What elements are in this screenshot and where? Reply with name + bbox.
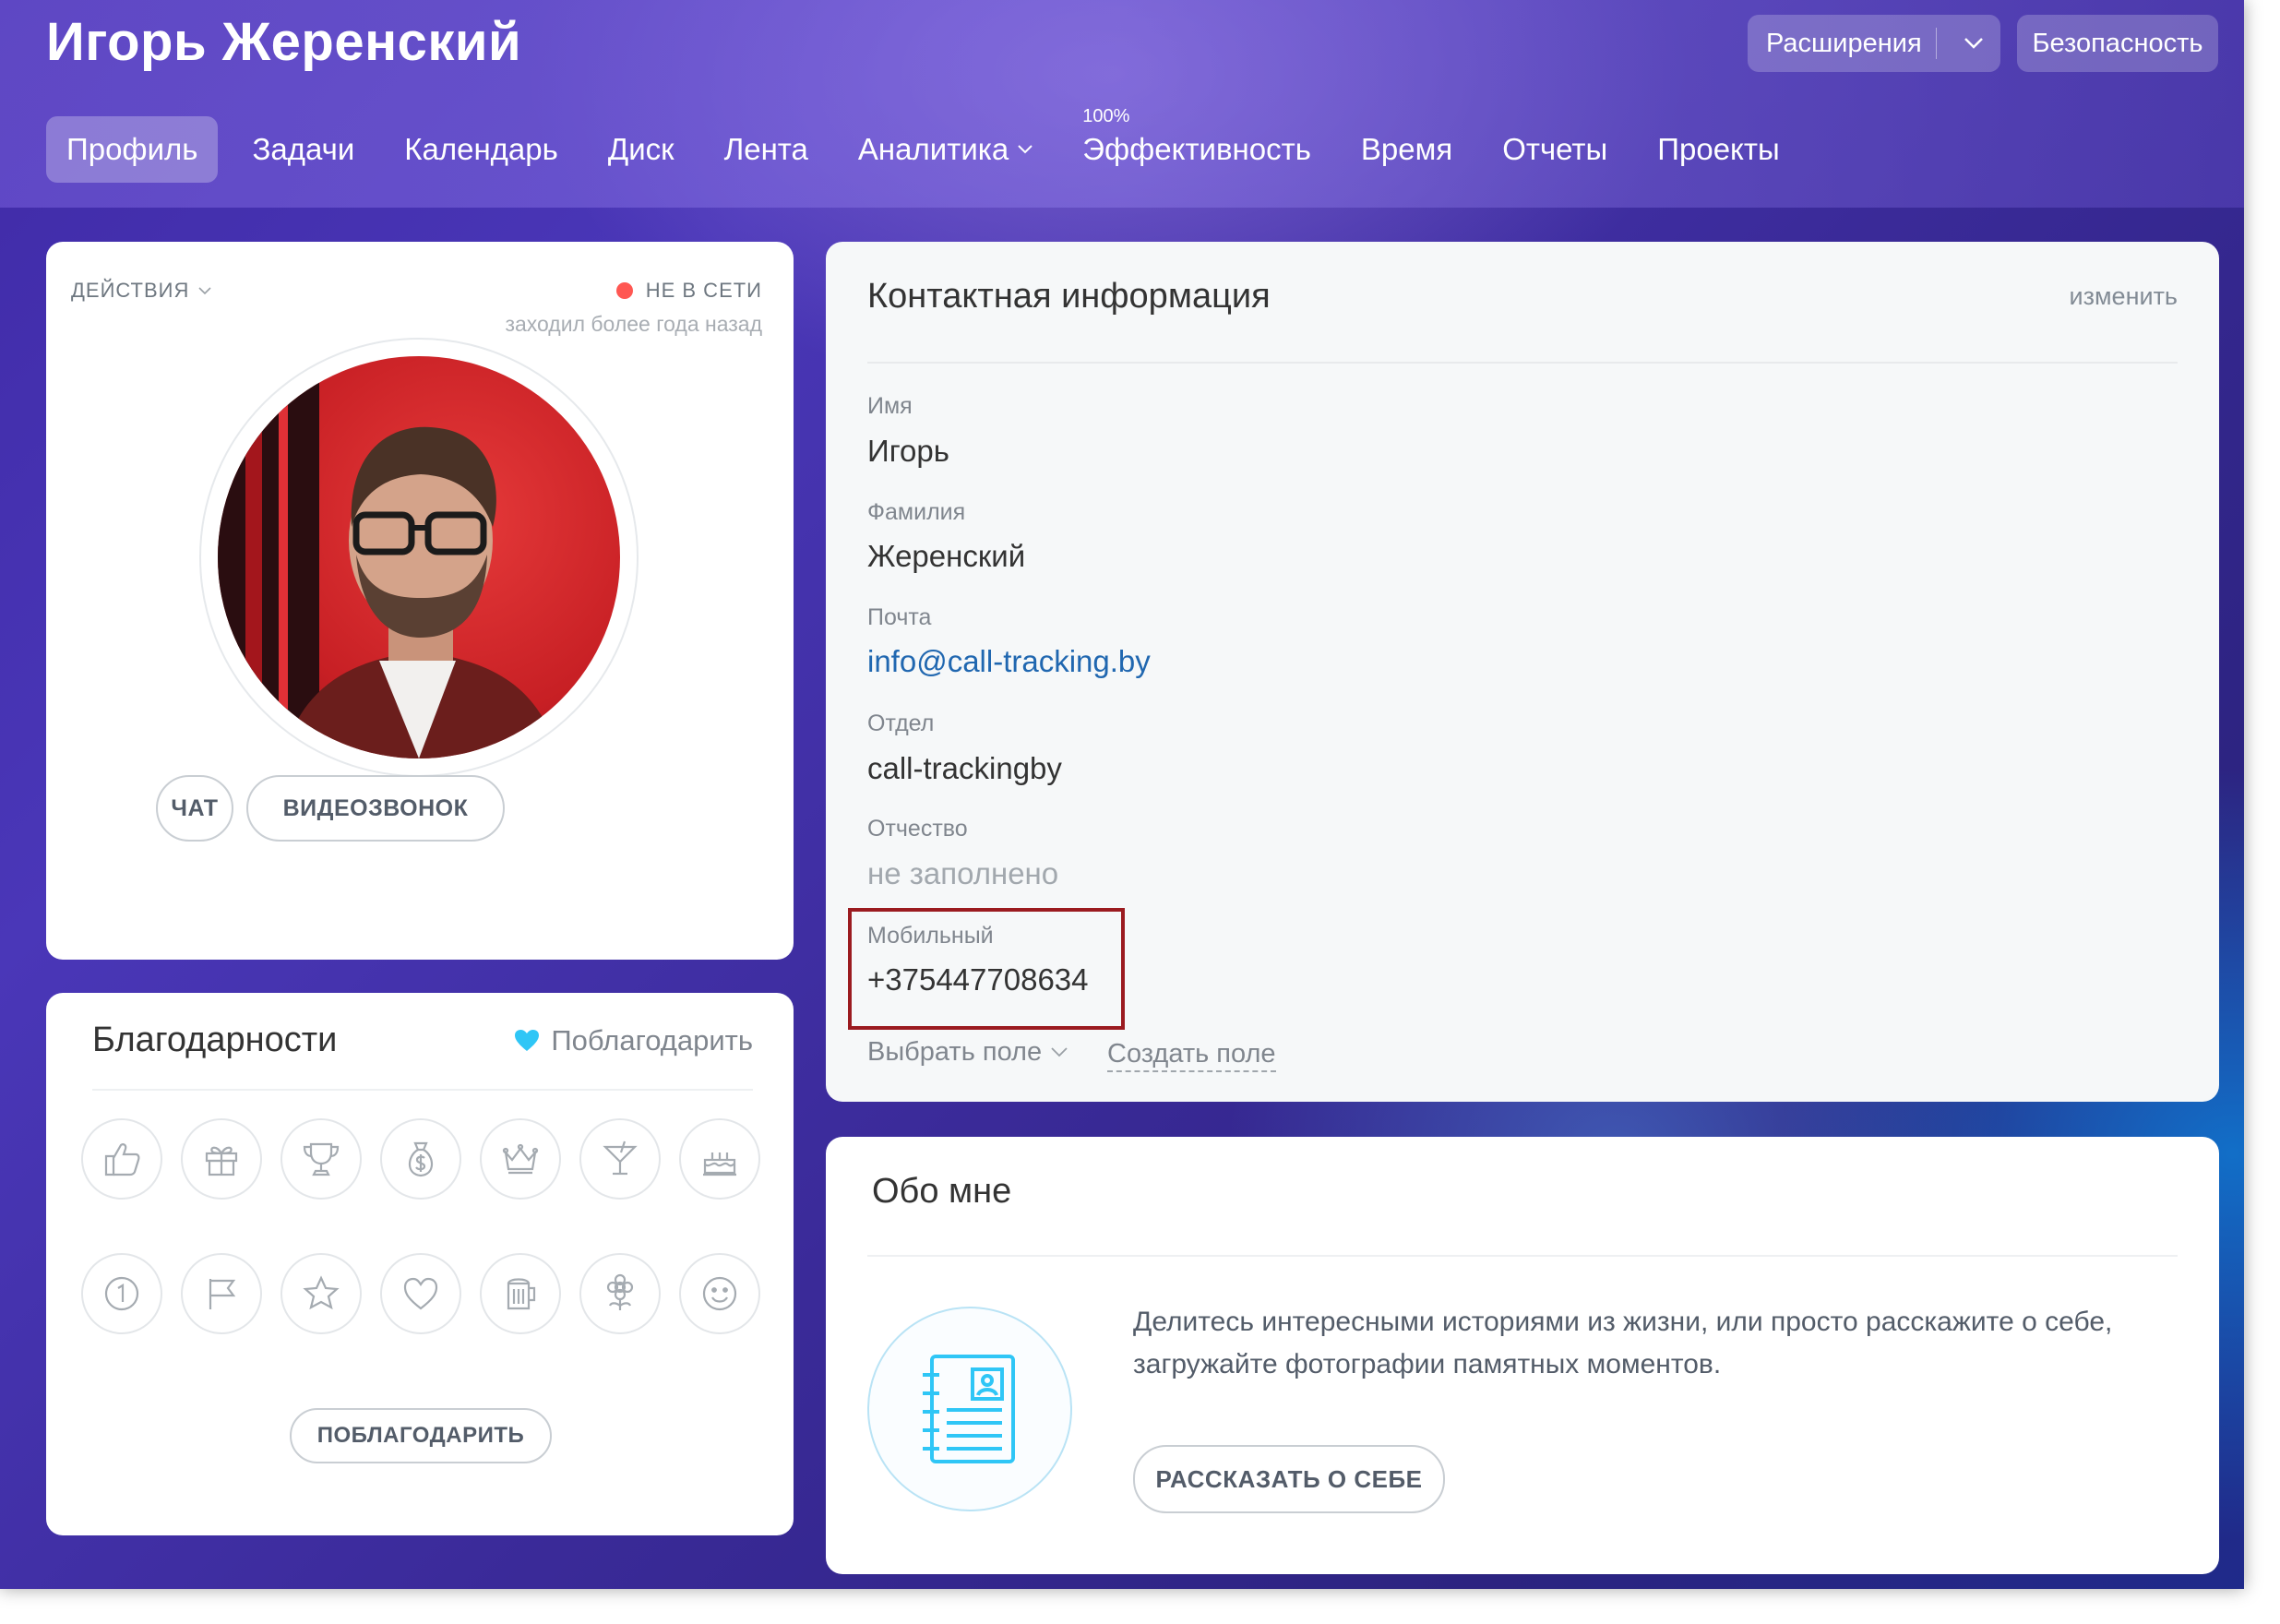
thank-link-label: Поблагодарить bbox=[551, 1024, 753, 1057]
star-icon[interactable] bbox=[281, 1253, 362, 1334]
field-label-department: Отдел bbox=[867, 710, 935, 736]
tab-label: Профиль bbox=[66, 132, 198, 166]
contact-book-icon bbox=[867, 1307, 1072, 1511]
tab-analytics[interactable]: Аналитика bbox=[833, 116, 1057, 183]
tab-label: Диск bbox=[607, 132, 674, 166]
thank-link[interactable]: Поблагодарить bbox=[514, 1024, 753, 1057]
tab-label: Проекты bbox=[1657, 132, 1780, 166]
chevron-down-icon[interactable] bbox=[1947, 15, 2000, 72]
field-value-mobile[interactable]: +375447708634 bbox=[867, 962, 1089, 997]
tab-reports[interactable]: Отчеты bbox=[1477, 116, 1632, 183]
flag-icon[interactable] bbox=[181, 1253, 262, 1334]
page-title: Игорь Жеренский bbox=[46, 12, 522, 72]
profile-card: ДЕЙСТВИЯ НЕ В СЕТИ заходил более года на… bbox=[46, 242, 794, 960]
chat-button[interactable]: ЧАТ bbox=[156, 775, 233, 842]
field-label-middle-name: Отчество bbox=[867, 816, 968, 842]
avatar[interactable] bbox=[218, 356, 620, 758]
chat-label: ЧАТ bbox=[171, 794, 219, 821]
tab-calendar[interactable]: Календарь bbox=[379, 116, 583, 183]
actions-menu[interactable]: ДЕЙСТВИЯ bbox=[71, 279, 211, 303]
choose-field-label: Выбрать поле bbox=[867, 1037, 1043, 1067]
divider bbox=[867, 362, 2178, 364]
thumbs-up-icon[interactable] bbox=[81, 1118, 162, 1200]
create-field-link[interactable]: Создать поле bbox=[1107, 1037, 1276, 1072]
about-card: Обо мне Делитесь интересными историями и… bbox=[826, 1137, 2219, 1574]
video-call-button[interactable]: ВИДЕОЗВОНОК bbox=[246, 775, 505, 842]
field-label-mobile: Мобильный bbox=[867, 923, 994, 949]
field-value-department: call-trackingby bbox=[867, 751, 1062, 785]
contact-card: Контактная информация изменить Имя Игорь… bbox=[826, 242, 2219, 1102]
profile-page: Игорь Жеренский Расширения Безопасность … bbox=[0, 0, 2244, 1589]
heart-icon[interactable] bbox=[380, 1253, 461, 1334]
online-status: НЕ В СЕТИ bbox=[615, 279, 762, 303]
gift-icon[interactable] bbox=[181, 1118, 262, 1200]
field-label-last-name: Фамилия bbox=[867, 499, 966, 525]
extensions-button[interactable]: Расширения bbox=[1748, 15, 2000, 72]
edit-link[interactable]: изменить bbox=[2070, 282, 2178, 311]
field-value-email[interactable]: info@call-tracking.by bbox=[867, 644, 1151, 679]
tell-about-button[interactable]: РАССКАЗАТЬ О СЕБЕ bbox=[1133, 1445, 1445, 1513]
number-one-icon[interactable] bbox=[81, 1253, 162, 1334]
crown-icon[interactable] bbox=[480, 1118, 561, 1200]
chevron-down-icon bbox=[198, 286, 211, 295]
cocktail-icon[interactable] bbox=[579, 1118, 661, 1200]
money-bag-icon[interactable] bbox=[380, 1118, 461, 1200]
tab-efficiency[interactable]: 100% Эффективность bbox=[1057, 106, 1336, 183]
thanks-card: Благодарности Поблагодарить ПОБЛАГОДАРИТ… bbox=[46, 993, 794, 1535]
choose-field-dropdown[interactable]: Выбрать поле bbox=[867, 1037, 1068, 1068]
status-dot-icon bbox=[615, 282, 633, 299]
status-label: НЕ В СЕТИ bbox=[645, 279, 762, 302]
divider bbox=[867, 1255, 2178, 1257]
last-seen: заходил более года назад bbox=[505, 312, 762, 336]
extensions-label: Расширения bbox=[1766, 28, 1922, 58]
tab-label: Календарь bbox=[404, 132, 558, 166]
tab-tasks[interactable]: Задачи bbox=[227, 116, 379, 183]
field-label-email: Почта bbox=[867, 604, 932, 630]
tab-projects[interactable]: Проекты bbox=[1632, 116, 1804, 183]
field-label-first-name: Имя bbox=[867, 393, 913, 419]
thank-button[interactable]: ПОБЛАГОДАРИТЬ bbox=[290, 1408, 552, 1463]
tab-label: Аналитика bbox=[857, 132, 1009, 166]
actions-label: ДЕЙСТВИЯ bbox=[71, 279, 190, 302]
about-description: Делитесь интересными историями из жизни,… bbox=[1133, 1307, 2113, 1379]
field-value-last-name: Жеренский bbox=[867, 539, 1026, 573]
divider bbox=[92, 1089, 753, 1091]
tab-label: Лента bbox=[723, 132, 808, 166]
beer-icon[interactable] bbox=[480, 1253, 561, 1334]
video-label: ВИДЕОЗВОНОК bbox=[282, 794, 469, 821]
chevron-down-icon bbox=[1051, 1047, 1068, 1057]
divider bbox=[1936, 28, 1937, 59]
tab-label: Задачи bbox=[252, 132, 355, 166]
heart-icon bbox=[514, 1029, 540, 1053]
contact-title: Контактная информация bbox=[867, 277, 1271, 316]
trophy-icon[interactable] bbox=[281, 1118, 362, 1200]
profile-tabs: Профиль Задачи Календарь Диск Лента Анал… bbox=[46, 106, 1805, 183]
flower-icon[interactable] bbox=[579, 1253, 661, 1334]
field-value-first-name: Игорь bbox=[867, 434, 949, 468]
tell-about-label: РАССКАЗАТЬ О СЕБЕ bbox=[1155, 1464, 1423, 1493]
thank-button-label: ПОБЛАГОДАРИТЬ bbox=[316, 1423, 525, 1448]
tab-label: Отчеты bbox=[1502, 132, 1608, 166]
chevron-down-icon bbox=[1018, 145, 1033, 154]
smile-icon[interactable] bbox=[679, 1253, 760, 1334]
tab-label: Время bbox=[1360, 132, 1453, 166]
field-value-middle-name: не заполнено bbox=[867, 856, 1059, 890]
about-title: Обо мне bbox=[872, 1172, 1012, 1211]
tab-disk[interactable]: Диск bbox=[583, 116, 699, 183]
cake-icon[interactable] bbox=[679, 1118, 760, 1200]
tab-time[interactable]: Время bbox=[1336, 116, 1477, 183]
thanks-title: Благодарности bbox=[92, 1021, 338, 1059]
tab-label: Эффективность bbox=[1082, 132, 1311, 166]
tab-profile[interactable]: Профиль bbox=[46, 116, 219, 183]
efficiency-badge: 100% bbox=[1082, 106, 1130, 126]
security-button[interactable]: Безопасность bbox=[2017, 15, 2218, 72]
tab-feed[interactable]: Лента bbox=[699, 116, 833, 183]
